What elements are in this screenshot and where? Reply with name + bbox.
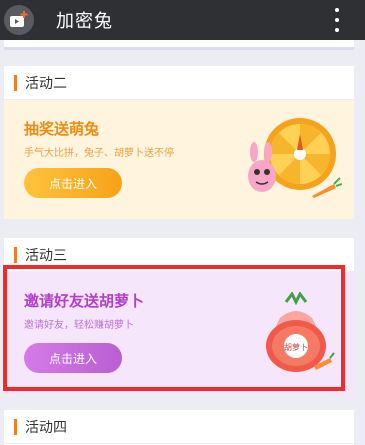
section-accent-bar [14,418,17,435]
enter-button[interactable]: 点击进入 [24,343,122,373]
enter-button[interactable]: 点击进入 [24,168,122,198]
section-activity-3: 活动三 邀请好友送胡萝卜 邀请好友，轻松赚胡萝卜 点击进入 胡萝卜 [4,238,354,396]
bag-label: 胡萝卜 [284,342,308,352]
card-title: 邀请好友送胡萝卜 [24,292,145,310]
invite-friends-card[interactable]: 邀请好友送胡萝卜 邀请好友，轻松赚胡萝卜 点击进入 胡萝卜 [4,272,354,396]
section-title: 活动三 [25,247,67,264]
section-activity-2: 活动二 抽奖送萌兔 手气大比拼，兔子、胡萝卜送不停 点击进入 [4,66,354,219]
card-description: 邀请好友，轻松赚胡萝卜 [24,320,134,331]
section-title: 活动二 [25,75,67,92]
app-bar: 加密兔 [0,0,365,40]
card-description: 手气大比拼，兔子、胡萝卜送不停 [24,148,174,159]
previous-section-edge [4,40,354,50]
section-title: 活动四 [25,419,67,436]
rabbit-camera-icon[interactable] [4,5,34,35]
section-accent-bar [14,246,17,263]
section-header: 活动四 [4,410,354,444]
lucky-wheel-bunny-illustration [248,118,342,198]
more-options-icon[interactable] [331,8,343,32]
card-title: 抽奖送萌兔 [24,120,100,138]
section-activity-4: 活动四 [4,410,354,445]
section-accent-bar [14,74,17,91]
app-title: 加密兔 [56,11,113,32]
section-header: 活动二 [4,66,354,100]
lottery-card[interactable]: 抽奖送萌兔 手气大比拼，兔子、胡萝卜送不停 点击进入 [4,100,354,219]
carrot-bag-illustration: 胡萝卜 [266,292,335,372]
section-header: 活动三 [4,238,354,272]
